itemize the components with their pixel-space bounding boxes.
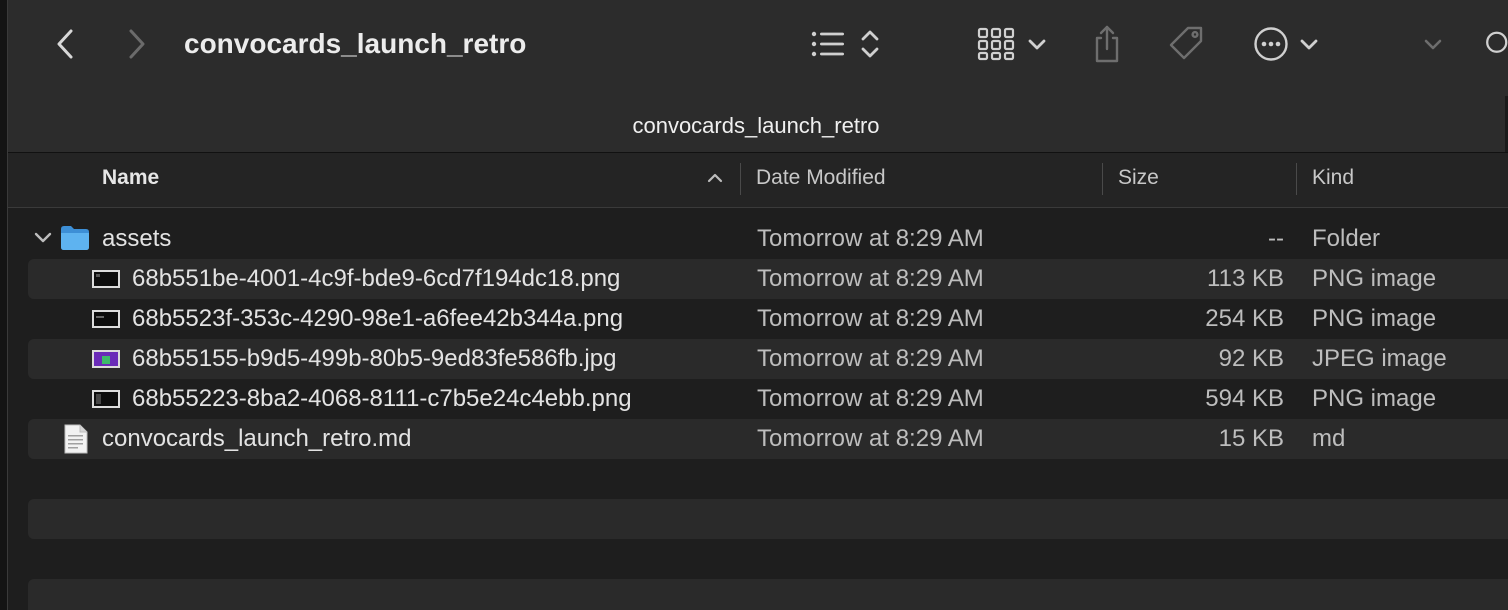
more-chevron-down-icon[interactable] (1298, 30, 1320, 58)
empty-row (28, 539, 1508, 579)
sort-ascending-icon[interactable] (706, 171, 724, 185)
chevron-left-icon[interactable] (48, 24, 82, 64)
list-item[interactable]: 68b5523f-353c-4290-98e1-a6fee42b344a.png… (28, 299, 1508, 339)
image-thumbnail-icon (92, 390, 120, 413)
folder-icon (60, 225, 90, 256)
sort-updown-icon[interactable] (856, 26, 884, 62)
list-item[interactable]: convocards_launch_retro.md Tomorrow at 8… (28, 419, 1508, 459)
list-item[interactable]: 68b55155-b9d5-499b-80b5-9ed83fe586fb.jpg… (28, 339, 1508, 379)
file-date: Tomorrow at 8:29 AM (757, 225, 984, 252)
list-view-icon[interactable] (808, 26, 848, 62)
column-divider[interactable] (1102, 163, 1103, 195)
tag-icon[interactable] (1164, 22, 1208, 66)
file-size: 254 KB (1205, 305, 1284, 332)
image-thumbnail-icon (92, 270, 120, 293)
file-kind: JPEG image (1312, 345, 1447, 372)
file-date: Tomorrow at 8:29 AM (757, 305, 984, 332)
photo-thumbnail-icon (92, 350, 120, 373)
tab-title: convocards_launch_retro (632, 113, 880, 138)
file-kind: PNG image (1312, 385, 1437, 412)
file-size: 15 KB (1218, 425, 1284, 452)
file-name: 68b551be-4001-4c9f-bde9-6cd7f194dc18.png (132, 265, 621, 292)
overflow-chevron-down-icon[interactable] (1422, 30, 1444, 58)
file-size: 92 KB (1218, 345, 1284, 372)
file-date: Tomorrow at 8:29 AM (757, 385, 984, 412)
chevron-down-icon[interactable] (1026, 30, 1048, 58)
icon-grid-view-icon[interactable] (974, 24, 1018, 64)
empty-row (28, 579, 1508, 610)
file-size: -- (1268, 225, 1284, 252)
list-item[interactable]: 68b55223-8ba2-4068-8111-c7b5e24c4ebb.png… (28, 379, 1508, 419)
list-item[interactable]: assets Tomorrow at 8:29 AM -- Folder (28, 219, 1508, 259)
document-icon (64, 424, 88, 459)
search-icon[interactable] (1482, 24, 1508, 64)
column-divider[interactable] (740, 163, 741, 195)
file-name: 68b55155-b9d5-499b-80b5-9ed83fe586fb.jpg (132, 345, 617, 372)
column-header-date-modified[interactable]: Date Modified (756, 153, 886, 207)
list-item[interactable]: 68b551be-4001-4c9f-bde9-6cd7f194dc18.png… (28, 259, 1508, 299)
file-name: convocards_launch_retro.md (102, 425, 412, 452)
disclosure-triangle-expanded-icon[interactable] (34, 231, 52, 250)
file-date: Tomorrow at 8:29 AM (757, 345, 984, 372)
chevron-right-icon[interactable] (120, 24, 154, 64)
file-name: 68b5523f-353c-4290-98e1-a6fee42b344a.png (132, 305, 624, 332)
file-date: Tomorrow at 8:29 AM (757, 425, 984, 452)
file-kind: md (1312, 425, 1346, 452)
column-header-name[interactable]: Name (102, 153, 159, 207)
tab-current-folder[interactable]: convocards_launch_retro (8, 88, 1504, 152)
file-size: 594 KB (1205, 385, 1284, 412)
file-date: Tomorrow at 8:29 AM (757, 265, 984, 292)
empty-row (28, 499, 1508, 539)
column-header-size[interactable]: Size (1118, 153, 1159, 207)
file-name: assets (102, 225, 172, 252)
file-kind: Folder (1312, 225, 1381, 252)
share-icon[interactable] (1088, 22, 1126, 66)
file-name: 68b55223-8ba2-4068-8111-c7b5e24c4ebb.png (132, 385, 632, 412)
file-kind: PNG image (1312, 265, 1437, 292)
image-thumbnail-icon (92, 310, 120, 333)
column-header-bar: Name Date Modified Size Kind (8, 153, 1508, 208)
file-kind: PNG image (1312, 305, 1437, 332)
window-title: convocards_launch_retro (184, 28, 527, 59)
column-header-kind[interactable]: Kind (1312, 153, 1354, 207)
finder-window: convocards_launch_retro convocards_launc… (0, 0, 1508, 610)
file-size: 113 KB (1207, 265, 1284, 292)
window-left-edge (0, 0, 8, 610)
tab-bar: convocards_launch_retro (8, 88, 1508, 153)
ellipsis-circle-icon[interactable] (1250, 22, 1292, 66)
toolbar: convocards_launch_retro (8, 0, 1508, 88)
column-divider[interactable] (1296, 163, 1297, 195)
empty-row (28, 459, 1508, 499)
